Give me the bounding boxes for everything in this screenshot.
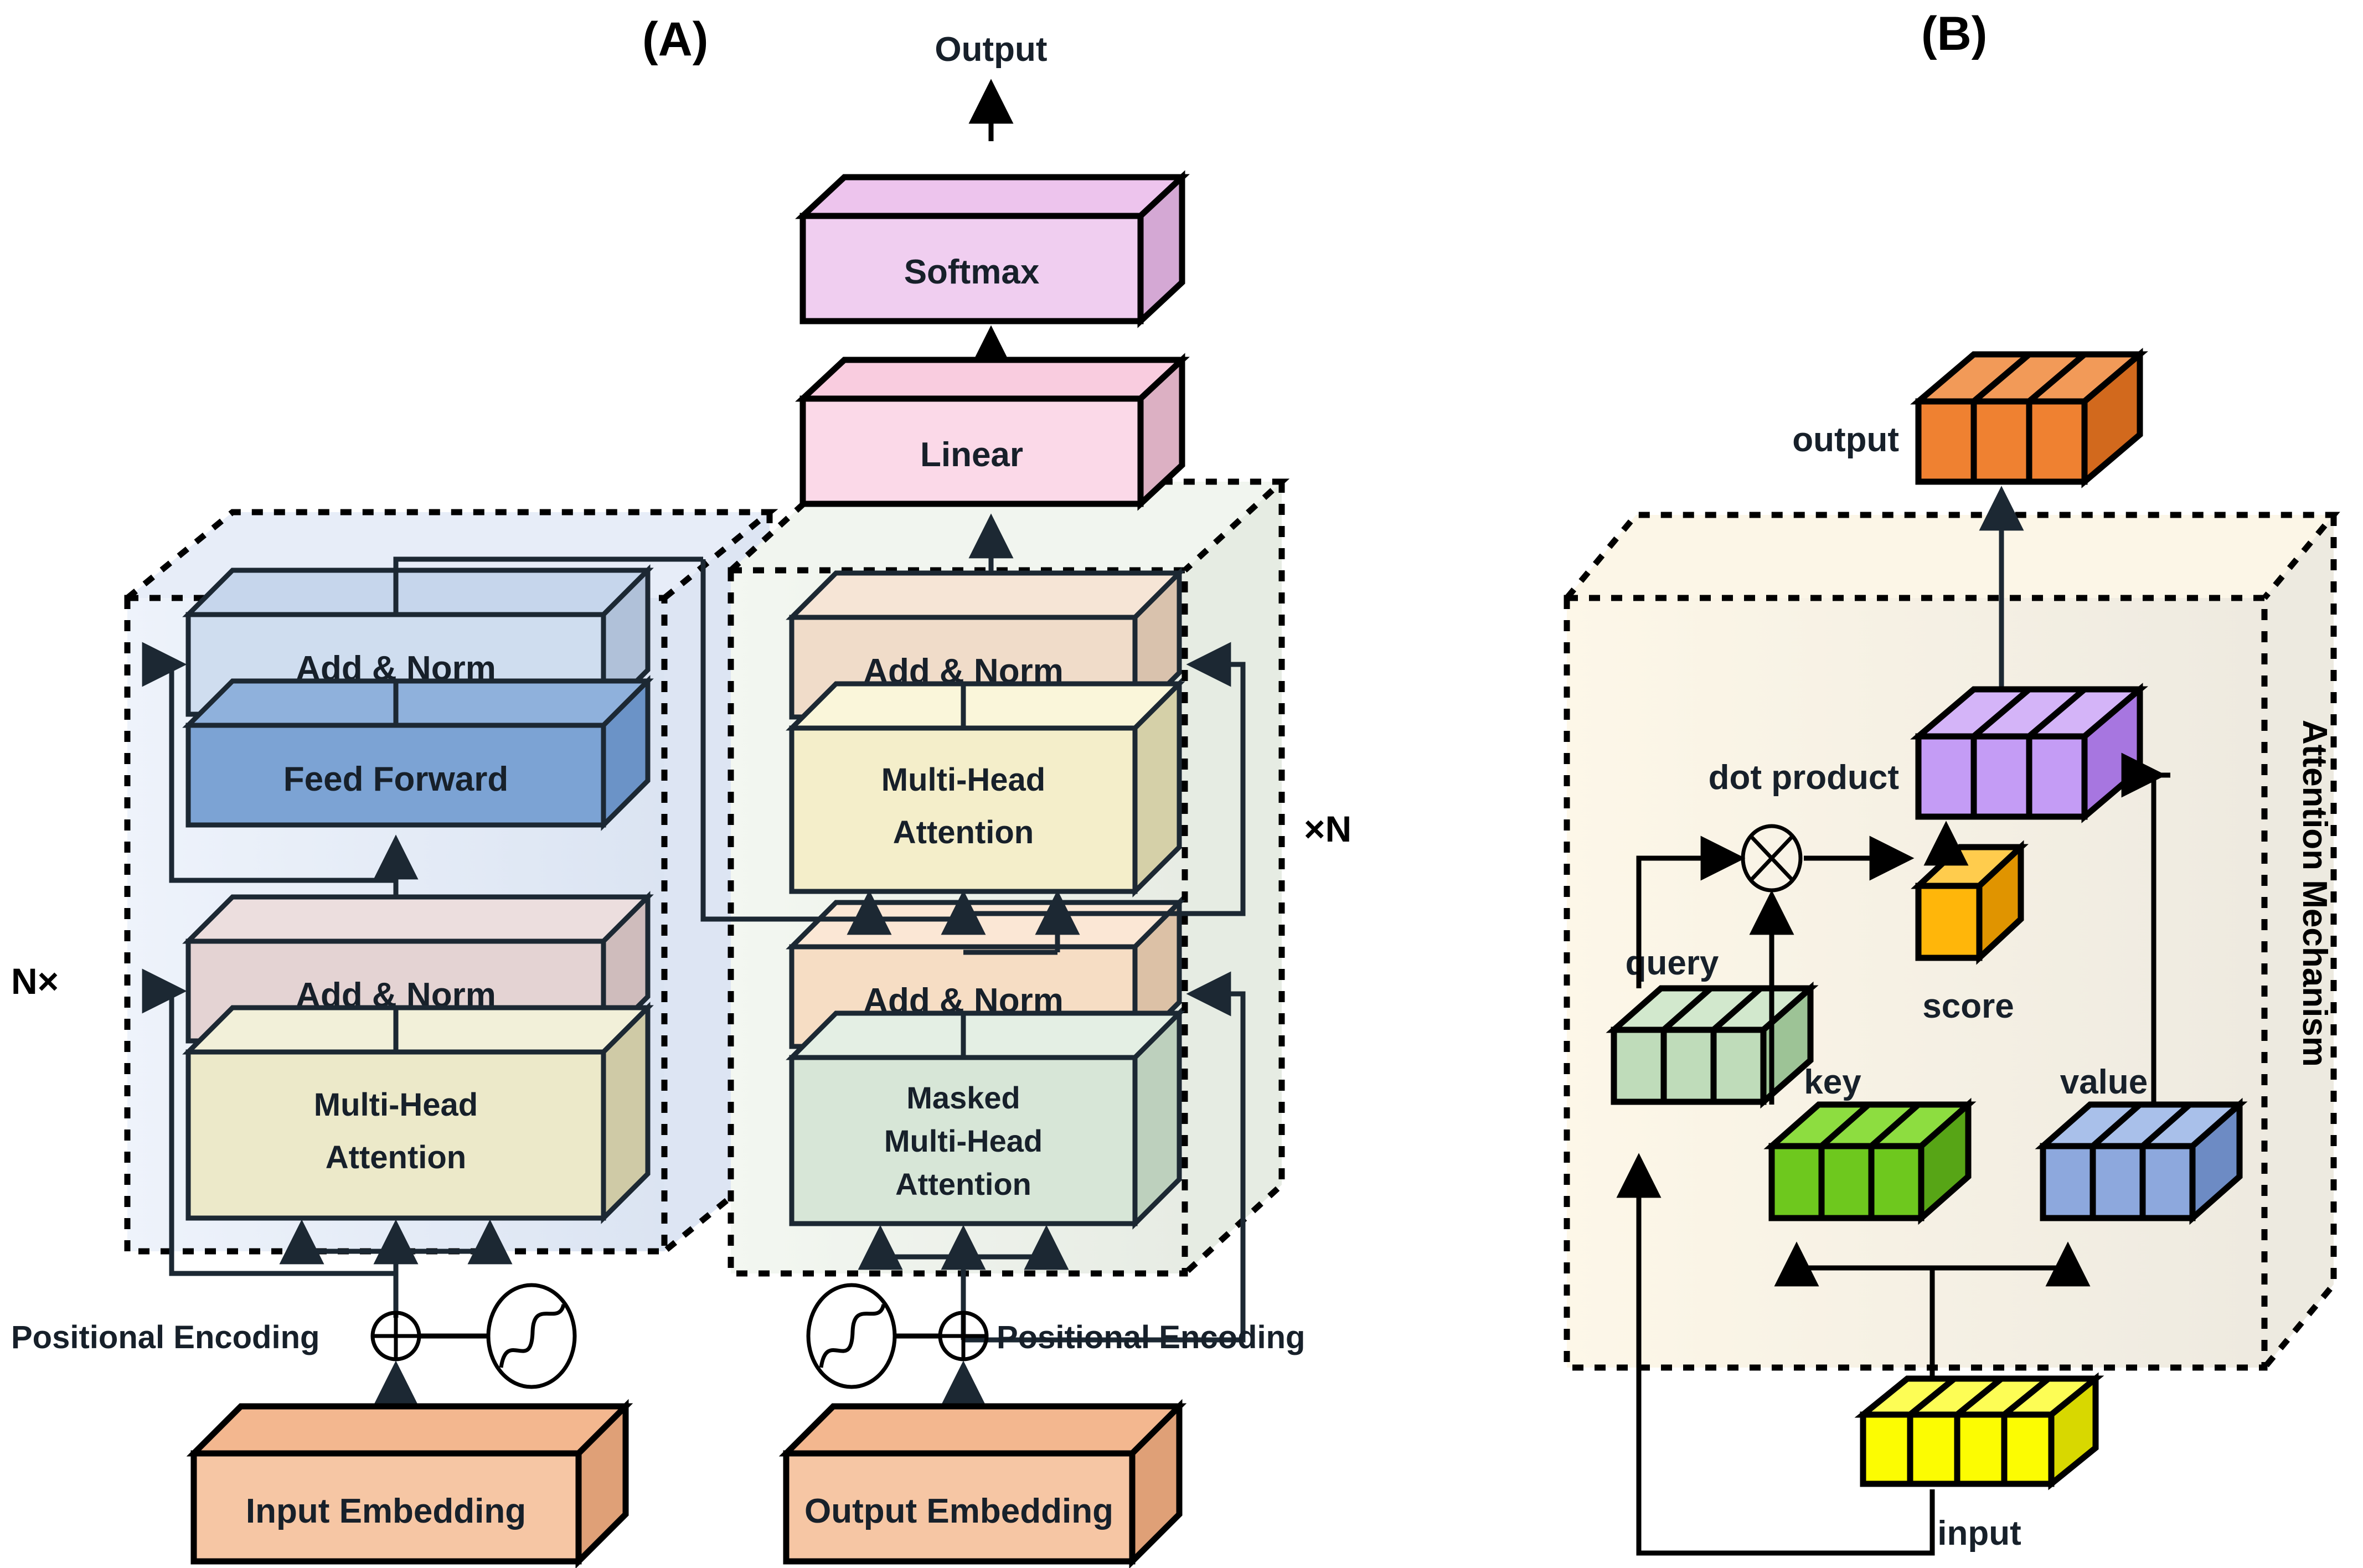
decoder-pos-enc-label: Positional Encoding	[997, 1319, 1305, 1355]
decoder-mmha-line3: Attention	[895, 1167, 1031, 1201]
decoder-mmha-line2: Multi-Head	[884, 1123, 1043, 1158]
encoder-feed-forward[interactable]: Feed Forward	[182, 675, 654, 831]
encoder-multi-head-attention[interactable]: Multi-Head Attention	[182, 1002, 654, 1224]
encoder-mha-line1: Multi-Head	[314, 1087, 478, 1123]
attention-output-label: output	[1792, 421, 1899, 459]
decoder-mmha-line1: Masked	[906, 1080, 1020, 1115]
attention-query-vector[interactable]	[1606, 981, 1819, 1109]
attention-value-label: value	[2060, 1063, 2148, 1101]
attention-dot-product-vector[interactable]	[1910, 683, 2148, 823]
decoder-mha-line1: Multi-Head	[881, 762, 1045, 798]
panel-a-label: (A)	[642, 13, 708, 66]
decoder-linear[interactable]: Linear	[795, 353, 1190, 511]
attention-mechanism-title: Attention Mechanism	[2295, 720, 2334, 1067]
figure-root: (A) (B) N× Add & Norm Feed Forward Add &…	[0, 0, 2363, 1568]
encoder-feed-forward-label: Feed Forward	[283, 760, 509, 798]
attention-output-vector[interactable]	[1910, 348, 2148, 488]
attention-input-vector[interactable]	[1854, 1372, 2104, 1490]
decoder-output-embedding-label: Output Embedding	[804, 1492, 1113, 1530]
attention-value-vector[interactable]	[2035, 1097, 2248, 1225]
decoder-repeat-label: ×N	[1304, 808, 1351, 849]
encoder-input-embedding-label: Input Embedding	[246, 1492, 526, 1530]
decoder-linear-label: Linear	[920, 436, 1023, 474]
decoder-mha-line2: Attention	[893, 814, 1034, 850]
decoder-softmax[interactable]: Softmax	[795, 170, 1190, 328]
encoder-mha-line2: Attention	[326, 1139, 467, 1175]
decoder-output-label: Output	[935, 30, 1047, 69]
attention-key-vector[interactable]	[1763, 1097, 1977, 1225]
decoder-masked-multi-head-attention[interactable]: Masked Multi-Head Attention	[786, 1007, 1185, 1230]
decoder-softmax-label: Softmax	[904, 253, 1040, 291]
attention-input-label: input	[1937, 1514, 2021, 1552]
panel-b-label: (B)	[1921, 7, 1987, 60]
decoder-output-embedding[interactable]: Output Embedding	[778, 1399, 1187, 1568]
encoder-input-embedding[interactable]: Input Embedding	[186, 1399, 633, 1568]
attention-dot-product-label: dot product	[1709, 759, 1899, 797]
encoder-pos-enc-label: Positional Encoding	[11, 1319, 319, 1355]
attention-score-label: score	[1922, 987, 2014, 1025]
encoder-repeat-label: N×	[11, 961, 59, 1002]
attention-key-label: key	[1804, 1063, 1861, 1101]
decoder-multi-head-attention[interactable]: Multi-Head Attention	[786, 678, 1185, 898]
